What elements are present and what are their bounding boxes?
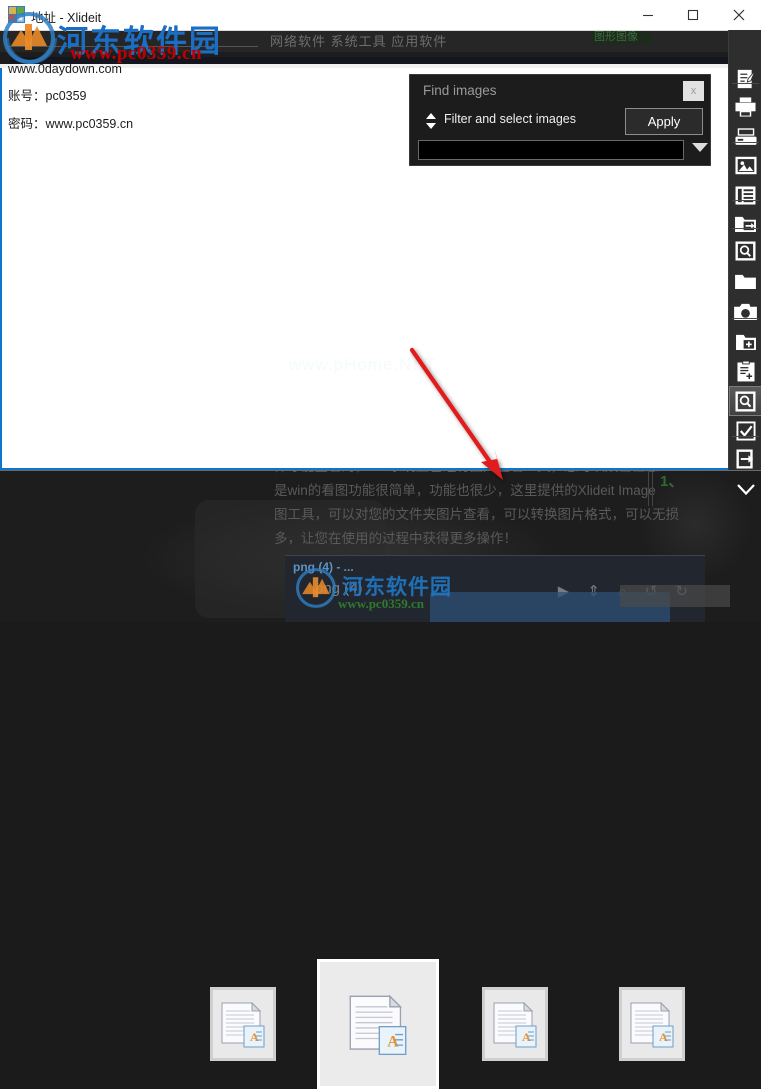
export-icon bbox=[735, 449, 753, 469]
image-icon bbox=[734, 156, 757, 174]
background-article-line: 多，让您在使用的过程中获得更多操作！ bbox=[274, 531, 517, 546]
maximize-icon bbox=[687, 9, 698, 20]
sidebar-folder-export-button[interactable] bbox=[729, 208, 761, 238]
background-grey-shape bbox=[620, 585, 730, 607]
sidebar-separator bbox=[732, 228, 759, 229]
background-player-subtitle: png (4) bbox=[315, 580, 363, 597]
find-images-title: Find images bbox=[423, 83, 497, 98]
background-divider bbox=[648, 466, 649, 506]
sidebar-clipboard-add-button[interactable] bbox=[729, 356, 761, 386]
sort-updown-icon[interactable] bbox=[425, 113, 437, 129]
checkbox-icon bbox=[735, 421, 756, 441]
search-icon bbox=[735, 390, 756, 412]
sidebar-print-preview-button[interactable] bbox=[729, 122, 761, 152]
chevron-down-icon bbox=[736, 483, 755, 495]
document-file-icon: A bbox=[349, 994, 407, 1056]
sidebar-image-button[interactable] bbox=[729, 150, 761, 180]
background-horizontal-rule bbox=[0, 470, 761, 471]
minimize-button[interactable] bbox=[625, 0, 670, 29]
sidebar-separator bbox=[732, 142, 759, 143]
window-title: 地址 - Xlideit bbox=[31, 11, 102, 25]
background-article-line: 图工具，可以对您的文件夹图片查看，可以转换图片格式，可以无损 bbox=[274, 507, 679, 522]
background-player-title: png (4) - ... bbox=[293, 560, 354, 574]
sidebar-scroll-down-button[interactable] bbox=[729, 474, 761, 504]
folder-search-icon bbox=[735, 241, 756, 261]
apply-button[interactable]: Apply bbox=[625, 108, 703, 135]
svg-text:A: A bbox=[387, 1033, 399, 1050]
sidebar-separator bbox=[732, 436, 759, 437]
maximize-button[interactable] bbox=[670, 0, 715, 29]
list-view-icon bbox=[735, 185, 756, 205]
right-sidebar bbox=[728, 30, 761, 495]
sidebar-print-button[interactable] bbox=[729, 92, 761, 122]
folder-export-icon bbox=[735, 216, 756, 232]
sidebar-edit-button[interactable] bbox=[729, 64, 761, 94]
sidebar-export-button[interactable] bbox=[729, 444, 761, 474]
filter-input[interactable] bbox=[418, 140, 684, 160]
document-file-icon: A bbox=[630, 1001, 674, 1048]
printer-icon bbox=[735, 97, 756, 117]
filter-label: Filter and select images bbox=[444, 112, 577, 126]
sidebar-search-button[interactable] bbox=[729, 386, 761, 416]
find-images-panel: Find images x Filter and select images A… bbox=[409, 74, 711, 166]
thumb-document-2[interactable]: A bbox=[317, 959, 439, 1089]
background-divider bbox=[652, 466, 653, 506]
sidebar-separator bbox=[732, 318, 759, 319]
sidebar-folder-search-button[interactable] bbox=[729, 236, 761, 266]
document-file-icon: A bbox=[221, 1001, 265, 1048]
folder-icon bbox=[735, 274, 756, 290]
svg-text:A: A bbox=[250, 1030, 259, 1044]
filter-dropdown-caret-icon[interactable] bbox=[692, 143, 708, 152]
svg-text:A: A bbox=[522, 1030, 531, 1044]
sidebar-separator bbox=[732, 200, 759, 201]
clipboard-add-icon bbox=[736, 360, 755, 381]
watermark-top-url: www.pc0359.cn bbox=[70, 43, 203, 64]
thumb-document-3[interactable]: A bbox=[482, 987, 548, 1061]
minimize-icon bbox=[642, 14, 653, 16]
sidebar-folder-add-button[interactable] bbox=[729, 326, 761, 356]
filter-row: Filter and select images Apply bbox=[415, 107, 707, 135]
sidebar-camera-button[interactable] bbox=[729, 296, 761, 326]
edit-note-icon bbox=[737, 69, 756, 89]
sidebar-checkbox-button[interactable] bbox=[729, 416, 761, 446]
xlideit-window: 地址 - Xlideit www.pHome.NET Find images x… bbox=[0, 0, 761, 495]
title-bar: 地址 - Xlideit bbox=[0, 0, 761, 31]
document-file-icon: A bbox=[493, 1001, 537, 1048]
canvas-watermark: www.pHome.NET bbox=[289, 355, 437, 374]
folder-add-icon bbox=[735, 334, 756, 350]
app-logo-icon bbox=[8, 6, 25, 23]
sidebar-list-button[interactable] bbox=[729, 180, 761, 210]
svg-text:A: A bbox=[659, 1030, 668, 1044]
close-icon bbox=[733, 9, 744, 20]
sidebar-folder-button[interactable] bbox=[729, 266, 761, 296]
find-images-close-button[interactable]: x bbox=[683, 81, 704, 101]
close-button[interactable] bbox=[716, 0, 761, 29]
print-preview-icon bbox=[734, 127, 757, 145]
thumb-document-1[interactable]: A bbox=[210, 987, 276, 1061]
thumb-document-4[interactable]: A bbox=[619, 987, 685, 1061]
sidebar-separator bbox=[732, 83, 759, 84]
